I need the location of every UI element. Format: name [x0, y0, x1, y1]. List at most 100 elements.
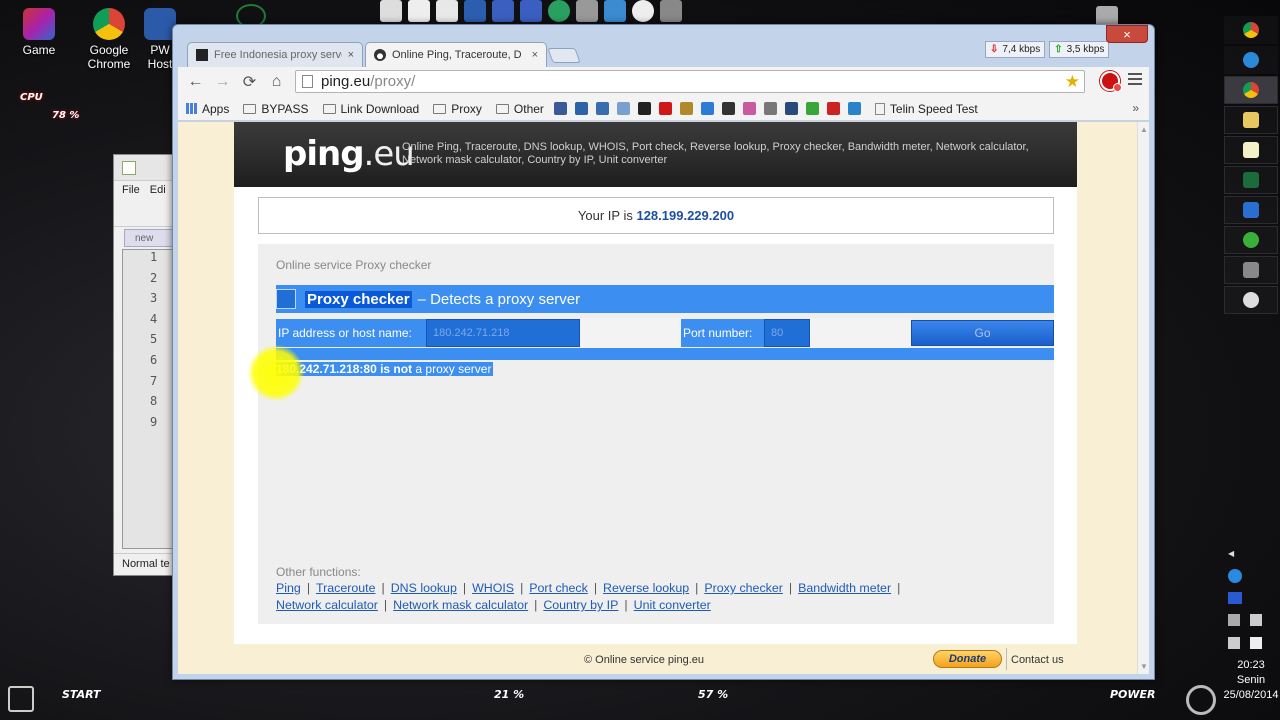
function-link-country-by-ip[interactable]: Country by IP: [543, 598, 618, 612]
address-bar[interactable]: ping.eu/proxy/ ★: [295, 70, 1085, 93]
close-tab-icon[interactable]: ×: [348, 49, 354, 61]
globe-icon[interactable]: [604, 0, 626, 22]
ie-launcher[interactable]: [1224, 46, 1278, 74]
explorer-launcher[interactable]: [1224, 106, 1278, 134]
function-link-reverse-lookup[interactable]: Reverse lookup: [603, 581, 689, 595]
go-button[interactable]: Go: [911, 320, 1054, 346]
four-icon[interactable]: [700, 102, 714, 115]
power-icon[interactable]: [1186, 685, 1216, 715]
function-link-bandwidth-meter[interactable]: Bandwidth meter: [798, 581, 891, 595]
m-icon[interactable]: [520, 0, 542, 22]
window-close-button[interactable]: ×: [1106, 25, 1148, 43]
new-tab-button[interactable]: [547, 48, 581, 63]
tab-online-ping[interactable]: Online Ping, Traceroute, D ×: [365, 42, 547, 67]
tab-free-indonesia-proxy[interactable]: Free Indonesia proxy serve ×: [187, 42, 363, 67]
chrome-launcher[interactable]: [1224, 16, 1278, 44]
forward-button[interactable]: →: [209, 70, 236, 94]
m-icon[interactable]: [492, 0, 514, 22]
bookmark-folder-link-download[interactable]: Link Download: [322, 102, 419, 116]
youtube-icon[interactable]: [658, 102, 672, 115]
notepad-launcher[interactable]: [1224, 136, 1278, 164]
menu-edit[interactable]: Edi: [150, 184, 166, 198]
function-link-network-mask-calculator[interactable]: Network mask calculator: [393, 598, 528, 612]
send-icon[interactable]: [847, 102, 861, 115]
app-launcher-3[interactable]: [1224, 226, 1278, 254]
clock[interactable]: 20:23 Senin 25/08/2014: [1222, 658, 1280, 703]
bookmark-telin-speed-test[interactable]: Telin Speed Test: [874, 101, 978, 116]
info-icon[interactable]: [1228, 569, 1242, 583]
monitor-icon[interactable]: [1228, 592, 1242, 604]
red-icon[interactable]: [826, 102, 840, 115]
network-icon: [1243, 232, 1259, 248]
ip-icon[interactable]: [576, 0, 598, 22]
scroll-down-icon[interactable]: ▼: [1140, 662, 1148, 671]
power-label[interactable]: POWER: [1110, 688, 1156, 701]
circle-icon[interactable]: [637, 102, 651, 115]
ip-label: Your IP is: [577, 208, 633, 223]
scroll-up-icon[interactable]: ▲: [1140, 125, 1148, 134]
notepad-tab[interactable]: new: [124, 229, 174, 247]
tab-favicon: [196, 49, 208, 61]
chrome-menu-icon[interactable]: [1128, 73, 1142, 88]
site-logo[interactable]: ping.eu: [283, 134, 415, 174]
app-launcher-2[interactable]: [1224, 196, 1278, 224]
start-icon[interactable]: [8, 686, 34, 712]
home-button[interactable]: ⌂: [263, 70, 290, 94]
play-icon[interactable]: [632, 0, 654, 22]
folder-icon: [1243, 112, 1259, 128]
file-icon[interactable]: [408, 0, 430, 22]
chrome-launcher-2[interactable]: [1224, 76, 1278, 104]
start-label[interactable]: START: [62, 688, 101, 701]
flower-icon[interactable]: [742, 102, 756, 115]
app-launcher-1[interactable]: [1224, 166, 1278, 194]
port-input[interactable]: 80: [764, 319, 810, 347]
facebook-icon[interactable]: [553, 102, 567, 115]
tray-expand-icon[interactable]: ◀: [1228, 549, 1234, 558]
contact-us-link[interactable]: Contact us: [1011, 654, 1064, 666]
face-icon[interactable]: [763, 102, 777, 115]
flag-icon[interactable]: [1250, 637, 1262, 649]
shield-icon[interactable]: [679, 102, 693, 115]
donate-button[interactable]: Donate: [933, 650, 1002, 668]
network-tray-icon[interactable]: [1228, 614, 1240, 626]
check-icon[interactable]: [548, 0, 570, 22]
function-link-traceroute[interactable]: Traceroute: [316, 581, 375, 595]
desktop-icon-game[interactable]: Game: [4, 8, 74, 57]
close-tab-icon[interactable]: ×: [532, 49, 538, 61]
page-scrollbar[interactable]: ▲ ▼: [1137, 122, 1149, 674]
app-launcher-5[interactable]: [1224, 286, 1278, 314]
fire-icon[interactable]: [721, 102, 735, 115]
function-link-port-check[interactable]: Port check: [529, 581, 588, 595]
ip-host-input[interactable]: 180.242.71.218: [426, 319, 580, 347]
mail-icon[interactable]: [616, 102, 630, 115]
function-link-unit-converter[interactable]: Unit converter: [634, 598, 711, 612]
back-button[interactable]: ←: [182, 70, 209, 94]
bookmark-folder-bypass[interactable]: BYPASS: [243, 102, 309, 116]
file-icon[interactable]: [380, 0, 402, 22]
bookmark-icon-2[interactable]: [574, 102, 588, 115]
bookmark-apps[interactable]: Apps: [186, 102, 229, 116]
function-link-network-calculator[interactable]: Network calculator: [276, 598, 378, 612]
chart-icon[interactable]: [464, 0, 486, 22]
extension-icon[interactable]: [1100, 71, 1122, 92]
bookmark-folder-other[interactable]: Other: [495, 102, 544, 116]
volume-icon[interactable]: [1250, 614, 1262, 626]
file-icon[interactable]: [436, 0, 458, 22]
function-link-ping[interactable]: Ping: [276, 581, 301, 595]
s-icon[interactable]: [784, 102, 798, 115]
function-link-whois[interactable]: WHOIS: [472, 581, 514, 595]
plane-icon[interactable]: [660, 0, 682, 22]
reload-button[interactable]: ⟳: [236, 70, 263, 94]
power-tray-icon[interactable]: [1228, 637, 1240, 649]
function-link-proxy-checker[interactable]: Proxy checker: [704, 581, 783, 595]
bookmark-label: Telin Speed Test: [889, 101, 978, 116]
bookmark-star-icon[interactable]: ★: [1065, 72, 1080, 92]
app-launcher-4[interactable]: [1224, 256, 1278, 284]
settings-icon[interactable]: [595, 102, 609, 115]
download-icon[interactable]: [805, 102, 819, 115]
bookmarks-overflow-icon[interactable]: »: [1132, 101, 1139, 115]
bookmark-folder-proxy[interactable]: Proxy: [433, 102, 482, 116]
function-link-dns-lookup[interactable]: DNS lookup: [391, 581, 457, 595]
menu-file[interactable]: File: [122, 184, 140, 198]
page-footer: © Online service ping.eu Donate Contact …: [178, 644, 1137, 674]
